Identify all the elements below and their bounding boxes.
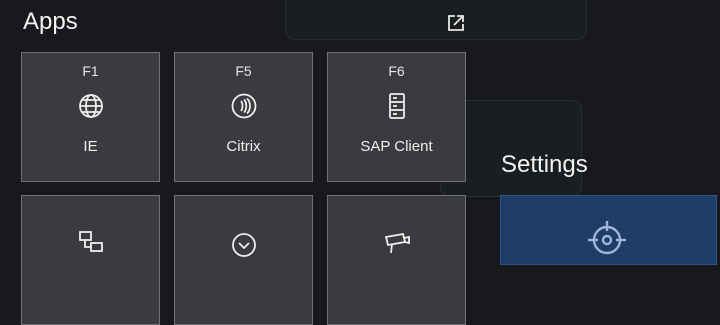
external-link-icon[interactable] — [445, 12, 467, 34]
app-tile-chevron[interactable] — [174, 195, 313, 325]
chevron-circle-icon — [230, 229, 258, 257]
camera-icon — [383, 229, 411, 257]
server-icon — [383, 92, 411, 120]
app-label: SAP Client — [360, 138, 433, 155]
app-label: Citrix — [226, 138, 261, 155]
app-tile-network[interactable] — [21, 195, 160, 325]
app-label: IE — [83, 138, 98, 155]
apps-section-title: Apps — [23, 8, 78, 35]
network-icon — [77, 229, 105, 257]
crosshair-icon — [585, 216, 629, 260]
shortcut-key: F6 — [388, 63, 405, 79]
background-panel — [285, 0, 587, 40]
citrix-icon — [230, 92, 258, 120]
settings-section-title: Settings — [501, 151, 588, 178]
shortcut-key: F1 — [82, 63, 99, 79]
app-tile-camera[interactable] — [327, 195, 466, 325]
shortcut-key: F5 — [235, 63, 252, 79]
globe-icon — [77, 92, 105, 120]
settings-tile[interactable] — [500, 195, 717, 265]
app-tile-ie[interactable]: F1 IE — [21, 52, 160, 182]
app-tile-citrix[interactable]: F5 Citrix — [174, 52, 313, 182]
app-tile-sap-client[interactable]: F6 SAP Client — [327, 52, 466, 182]
